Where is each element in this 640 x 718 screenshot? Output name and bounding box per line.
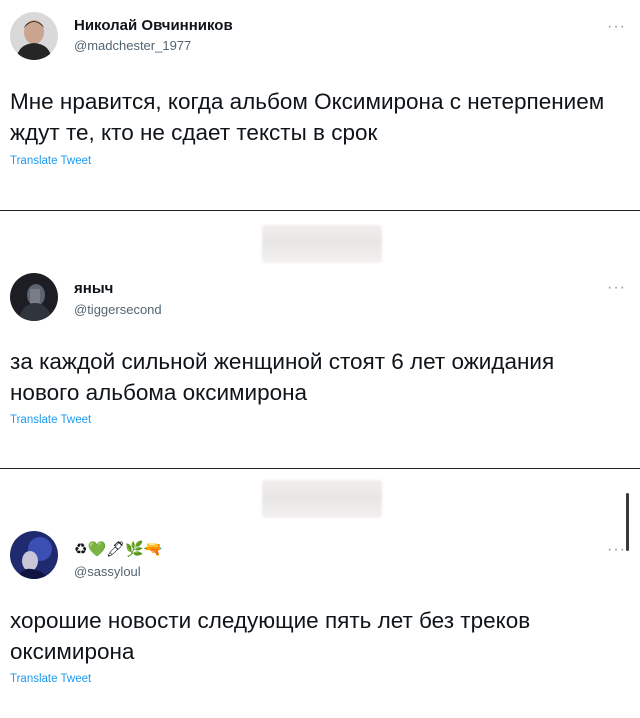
tweet-1: Николай Овчинников @madchester_1977 ··· … — [0, 0, 640, 200]
tweet-text: за каждой сильной женщиной стоят 6 лет о… — [10, 349, 555, 405]
author-name[interactable]: ♻💚🖊🌿🔫 — [74, 540, 163, 558]
blurred-separator — [262, 225, 382, 263]
more-options-icon[interactable]: ··· — [607, 279, 626, 297]
translate-tweet-link[interactable]: Translate Tweet — [10, 155, 91, 167]
author-handle[interactable]: @madchester_1977 — [74, 38, 191, 53]
author-name[interactable]: яныч — [74, 280, 113, 297]
tweet-text: Мне нравится, когда альбом Оксимирона с … — [10, 89, 605, 145]
author-name[interactable]: Николай Овчинников — [74, 17, 233, 34]
more-options-icon[interactable]: ··· — [607, 18, 626, 36]
divider — [0, 468, 640, 469]
avatar[interactable] — [10, 531, 58, 579]
author-handle[interactable]: @sassyloul — [74, 564, 141, 579]
author-handle[interactable]: @tiggersecond — [74, 302, 162, 317]
blurred-separator — [262, 480, 382, 518]
more-options-icon[interactable]: ··· — [607, 541, 626, 559]
tweet-text: хорошие новости следующие пять лет без т… — [10, 608, 531, 664]
avatar[interactable] — [10, 273, 58, 321]
divider — [0, 210, 640, 211]
avatar[interactable] — [10, 12, 58, 60]
translate-tweet-link[interactable]: Translate Tweet — [10, 673, 91, 685]
translate-tweet-link[interactable]: Translate Tweet — [10, 414, 91, 426]
scrollbar[interactable] — [626, 493, 629, 551]
